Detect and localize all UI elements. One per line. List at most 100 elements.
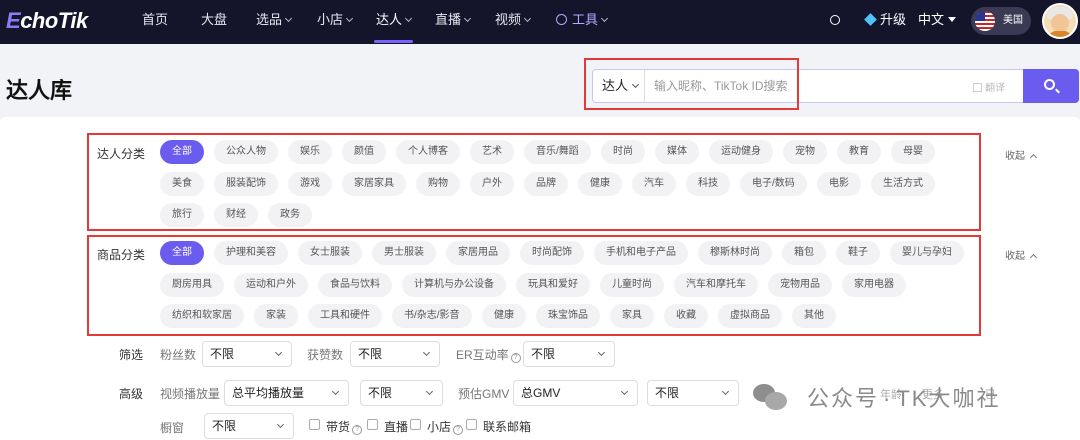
category-chip[interactable]: 全部 (160, 241, 204, 265)
category-chip[interactable]: 财经 (214, 203, 258, 227)
sell-checkbox-label: 带货? (326, 418, 363, 435)
category-chip[interactable]: 颜值 (342, 140, 386, 164)
category-chip[interactable]: 虚拟商品 (718, 304, 782, 328)
category-chip[interactable]: 宠物用品 (768, 273, 832, 297)
live-checkbox[interactable] (367, 419, 378, 430)
email-checkbox[interactable] (466, 419, 477, 430)
search-input[interactable] (646, 70, 966, 102)
category-chip[interactable]: 家居用品 (446, 241, 510, 265)
category-chip[interactable]: 户外 (470, 172, 514, 196)
gmv-metric-select[interactable]: 总GMV (513, 380, 638, 406)
category-chip[interactable]: 宠物 (783, 140, 827, 164)
upgrade-button[interactable]: 升级 (864, 0, 906, 44)
product-collapse-button[interactable]: 收起 (1005, 247, 1038, 262)
category-chip[interactable]: 健康 (482, 304, 526, 328)
category-chip[interactable]: 家用电器 (842, 273, 906, 297)
category-chip[interactable]: 箱包 (782, 241, 826, 265)
category-chip[interactable]: 电子/数码 (740, 172, 807, 196)
nav-item-5[interactable]: 直播 (435, 0, 472, 44)
category-chip[interactable]: 收藏 (664, 304, 708, 328)
category-chip[interactable]: 穆斯林时尚 (698, 241, 772, 265)
category-chip[interactable]: 美食 (160, 172, 204, 196)
chevron-down-icon (404, 14, 413, 23)
search-button[interactable] (1023, 69, 1079, 103)
category-chip[interactable]: 书/杂志/影音 (392, 304, 472, 328)
help-icon[interactable]: ? (453, 425, 464, 435)
help-icon[interactable]: ? (352, 425, 363, 435)
category-chip[interactable]: 媒体 (655, 140, 699, 164)
category-chip[interactable]: 珠宝饰品 (536, 304, 600, 328)
category-chip[interactable]: 品牌 (524, 172, 568, 196)
category-chip[interactable]: 时尚 (601, 140, 645, 164)
category-chip[interactable]: 艺术 (470, 140, 514, 164)
category-chip[interactable]: 政务 (268, 203, 312, 227)
category-chip[interactable]: 家居家具 (342, 172, 406, 196)
creator-category-label: 达人分类 (97, 147, 146, 161)
category-chip[interactable]: 儿童时尚 (600, 273, 664, 297)
search-type-select[interactable]: 达人 (593, 70, 645, 102)
category-chip[interactable]: 音乐/舞蹈 (524, 140, 591, 164)
likes-select[interactable]: 不限 (350, 341, 440, 367)
chevron-down-icon (721, 387, 730, 396)
category-chip[interactable]: 汽车 (632, 172, 676, 196)
category-chip[interactable]: 电影 (817, 172, 861, 196)
category-chip[interactable]: 厨房用具 (160, 273, 224, 297)
nav-item-3[interactable]: 小店 (317, 0, 354, 44)
category-chip[interactable]: 护理和美容 (214, 241, 288, 265)
translate-button[interactable]: 翻译 (973, 79, 1005, 94)
category-chip[interactable]: 科技 (686, 172, 730, 196)
help-icon[interactable]: ? (510, 353, 521, 363)
category-chip[interactable]: 游戏 (288, 172, 332, 196)
views-metric-select[interactable]: 总平均播放量 (224, 380, 349, 406)
category-chip[interactable]: 母婴 (891, 140, 935, 164)
nav-item-4[interactable]: 达人 (373, 0, 414, 44)
category-chip[interactable]: 购物 (416, 172, 460, 196)
shop-checkbox[interactable] (410, 419, 421, 430)
category-chip[interactable]: 男士服装 (372, 241, 436, 265)
search-bar: 达人 翻译 (592, 69, 1079, 103)
nav-item-1[interactable]: 大盘 (201, 0, 227, 44)
category-chip[interactable]: 教育 (837, 140, 881, 164)
category-chip[interactable]: 生活方式 (871, 172, 935, 196)
nav-item-2[interactable]: 选品 (256, 0, 293, 44)
region-select[interactable]: 美国 (971, 7, 1031, 35)
category-chip[interactable]: 女士服装 (298, 241, 362, 265)
category-chip[interactable]: 个人博客 (396, 140, 460, 164)
er-select[interactable]: 不限 (523, 341, 615, 367)
language-select[interactable]: 中文 (918, 0, 957, 44)
category-chip[interactable]: 婴儿与孕妇 (890, 241, 964, 265)
category-chip[interactable]: 公众人物 (214, 140, 278, 164)
category-chip[interactable]: 旅行 (160, 203, 204, 227)
category-chip[interactable]: 服装配饰 (214, 172, 278, 196)
nav-item-tools[interactable]: 工具 (556, 0, 609, 44)
showcase-select[interactable]: 不限 (204, 413, 294, 439)
search-icon[interactable] (830, 0, 840, 44)
avatar[interactable] (1042, 3, 1078, 39)
category-chip[interactable]: 健康 (578, 172, 622, 196)
category-chip[interactable]: 玩具和爱好 (516, 273, 590, 297)
sell-checkbox[interactable] (309, 419, 320, 430)
category-chip[interactable]: 运动和户外 (234, 273, 308, 297)
category-chip[interactable]: 手机和电子产品 (594, 241, 688, 265)
category-chip[interactable]: 鞋子 (836, 241, 880, 265)
fans-select[interactable]: 不限 (202, 341, 292, 367)
category-chip[interactable]: 工具和硬件 (308, 304, 382, 328)
gmv-range-select[interactable]: 不限 (647, 380, 739, 406)
category-chip[interactable]: 汽车和摩托车 (674, 273, 758, 297)
creator-collapse-button[interactable]: 收起 (1005, 147, 1038, 162)
echotik-logo[interactable]: EchoTik (6, 8, 88, 34)
category-chip[interactable]: 其他 (792, 304, 836, 328)
views-range-select[interactable]: 不限 (360, 380, 443, 406)
category-chip[interactable]: 运动健身 (709, 140, 773, 164)
category-chip[interactable]: 娱乐 (288, 140, 332, 164)
category-chip[interactable]: 纺织和软家居 (160, 304, 244, 328)
category-chip[interactable]: 家具 (610, 304, 654, 328)
nav-item-0[interactable]: 首页 (142, 0, 168, 44)
category-chip[interactable]: 计算机与办公设备 (402, 273, 506, 297)
category-chip[interactable]: 时尚配饰 (520, 241, 584, 265)
nav-item-6[interactable]: 视频 (495, 0, 532, 44)
category-chip[interactable]: 食品与饮料 (318, 273, 392, 297)
diamond-icon (864, 13, 877, 26)
category-chip[interactable]: 家装 (254, 304, 298, 328)
category-chip[interactable]: 全部 (160, 140, 204, 164)
